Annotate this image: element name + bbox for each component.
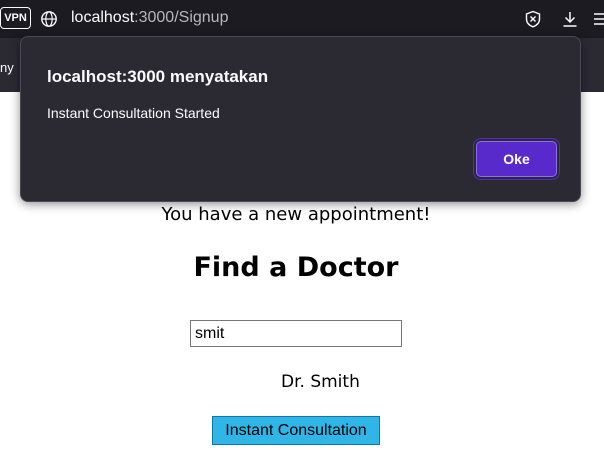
- globe-icon[interactable]: [40, 10, 58, 28]
- ok-button[interactable]: Oke: [476, 141, 557, 177]
- address-bar[interactable]: localhost:3000/Signup: [71, 9, 228, 27]
- url-path: :3000/Signup: [134, 9, 229, 26]
- bookmark-item[interactable]: ny: [0, 60, 14, 75]
- url-host: localhost: [71, 9, 135, 26]
- alert-dialog: localhost:3000 menyatakan Instant Consul…: [20, 36, 581, 202]
- download-icon[interactable]: [561, 10, 579, 28]
- appointment-message: You have a new appointment!: [161, 204, 431, 225]
- doctor-name: Dr. Smith: [281, 372, 360, 392]
- doctor-search-input[interactable]: [190, 320, 402, 347]
- shield-icon[interactable]: [524, 10, 542, 28]
- page-title: Find a Doctor: [193, 252, 399, 283]
- menu-icon[interactable]: [594, 10, 604, 28]
- dialog-title: localhost:3000 menyatakan: [47, 67, 269, 86]
- dialog-message: Instant Consultation Started: [47, 105, 220, 121]
- instant-consultation-button[interactable]: Instant Consultation: [212, 416, 380, 445]
- browser-toolbar: VPN localhost:3000/Signup: [0, 0, 604, 38]
- vpn-badge[interactable]: VPN: [0, 7, 31, 29]
